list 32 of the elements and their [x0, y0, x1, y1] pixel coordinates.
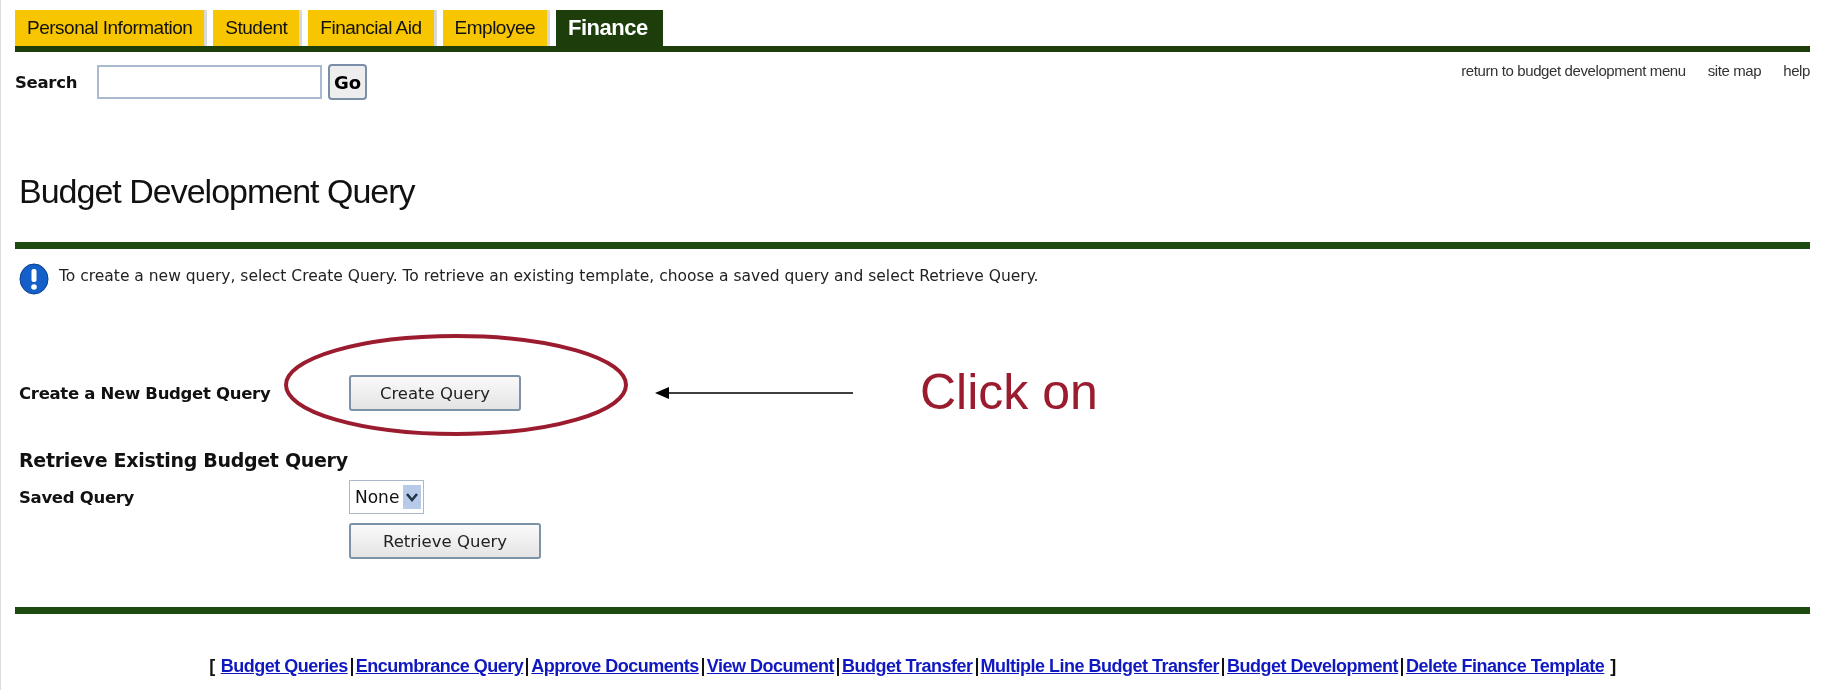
go-button[interactable]: Go — [328, 64, 368, 100]
info-message: To create a new query, select Create Query. To retrieve an existing template, choose a saved query and select Retrieve Query. — [59, 266, 1039, 285]
saved-query-select[interactable]: None — [349, 480, 425, 514]
top-link[interactable]: return to budget development menu — [1461, 62, 1686, 79]
close-bracket: ] — [1609, 656, 1617, 677]
top-link[interactable]: site map — [1707, 62, 1762, 79]
nav-tab[interactable]: Financial Aid — [308, 10, 437, 46]
create-label: Create a New Budget Query — [19, 383, 271, 403]
retrieve-heading: Retrieve Existing Budget Query — [18, 448, 349, 473]
footer-link[interactable]: View Document — [704, 656, 836, 677]
nav-tab[interactable]: Personal Information — [15, 10, 208, 46]
nav-tab[interactable]: Employee — [442, 10, 551, 46]
saved-query-label: Saved Query — [19, 487, 135, 507]
create-query-button[interactable]: Create Query — [349, 375, 521, 411]
footer-link[interactable]: Budget Queries — [218, 656, 350, 677]
footer-link[interactable]: Budget Development — [1225, 656, 1401, 677]
page-title: Budget Development Query — [18, 171, 417, 212]
footer-link[interactable]: Budget Transfer — [840, 656, 975, 677]
footer-link[interactable]: Delete Finance Template — [1404, 656, 1607, 677]
search-label: Search — [15, 72, 78, 92]
top-link[interactable]: help — [1783, 62, 1810, 79]
annotation-text: Click on — [920, 363, 1098, 421]
open-bracket: [ — [208, 656, 216, 677]
search-field[interactable] — [97, 65, 323, 99]
nav-tab[interactable]: Student — [213, 10, 303, 46]
retrieve-query-button[interactable]: Retrieve Query — [349, 523, 541, 559]
arrow-icon — [655, 385, 855, 401]
footer-link[interactable]: Multiple Line Budget Transfer — [978, 656, 1222, 677]
footer-link[interactable]: Encumbrance Query — [353, 656, 526, 677]
info-icon — [19, 263, 49, 295]
footer-link[interactable]: Approve Documents — [529, 656, 701, 677]
nav-tab[interactable]: Finance — [556, 10, 663, 46]
